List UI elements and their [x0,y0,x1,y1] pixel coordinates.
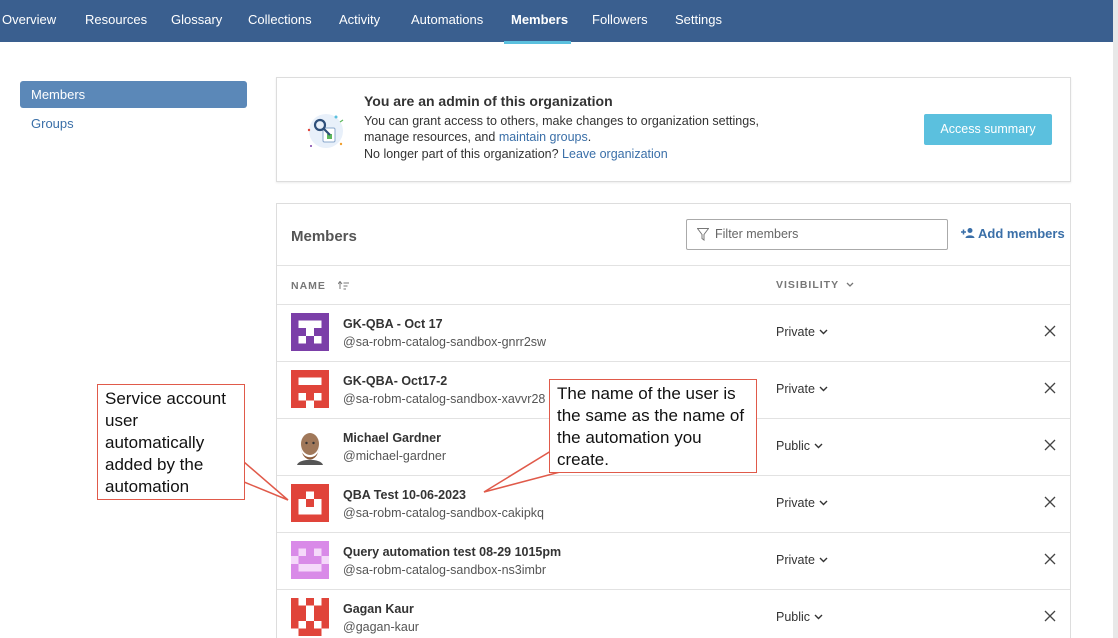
admin-groups-line: manage resources, and maintain groups. [364,130,591,144]
close-icon[interactable] [1044,439,1056,451]
member-handle: @sa-robm-catalog-sandbox-ns3imbr [343,563,547,577]
visibility-dropdown[interactable]: Public [776,610,823,624]
member-handle: @gagan-kaur [343,620,419,634]
chevron-down-icon [819,386,828,392]
visibility-value: Private [776,382,815,396]
leave-org-line: No longer part of this organization? Lea… [364,147,668,161]
name-column-label: NAME [291,280,326,292]
visibility-column-header[interactable]: VISIBILITY [776,279,854,291]
tab-glossary[interactable]: Glossary [171,0,222,42]
avatar [291,484,329,522]
admin-groups-prefix: manage resources, and [364,130,499,144]
add-members-label: Add members [978,226,1065,241]
name-column-header[interactable]: NAME [291,280,349,292]
chevron-down-icon [819,500,828,506]
close-icon[interactable] [1044,382,1056,394]
service-account-callout: Service account user automatically added… [97,384,245,500]
visibility-value: Private [776,553,815,567]
leave-org-prefix: No longer part of this organization? [364,147,563,161]
visibility-dropdown[interactable]: Private [776,325,828,339]
avatar [291,313,329,351]
avatar [291,541,329,579]
add-user-icon [961,228,975,238]
member-handle: @sa-robm-catalog-sandbox-xavvr28 [343,392,546,406]
member-name[interactable]: Gagan Kaur [343,602,414,616]
key-badge-icon [307,114,344,148]
admin-title: You are an admin of this organization [364,93,613,109]
avatar [291,598,329,636]
member-name[interactable]: QBA Test 10-06-2023 [343,488,466,502]
admin-info-card: You are an admin of this organization Yo… [276,77,1071,182]
tab-settings[interactable]: Settings [675,0,722,42]
visibility-value: Private [776,496,815,510]
subnav-item-members[interactable]: Members [20,81,247,108]
visibility-dropdown[interactable]: Private [776,382,828,396]
member-handle: @michael-gardner [343,449,447,463]
chevron-down-icon [819,557,828,563]
chevron-down-icon [814,443,823,449]
filter-icon [697,228,709,241]
chevron-down-icon [819,329,828,335]
avatar [291,370,329,408]
admin-description: You can grant access to others, make cha… [364,114,759,128]
automation-name-callout: The name of the user is the same as the … [549,379,757,473]
member-row[interactable]: Gagan Kaur @gagan-kaur Public [277,590,1070,638]
member-name[interactable]: GK-QBA- Oct17-2 [343,374,447,388]
visibility-value: Public [776,610,811,624]
tab-members[interactable]: Members [511,0,568,42]
leave-organization-link[interactable]: Leave organization [562,147,668,161]
access-summary-button[interactable]: Access summary [924,114,1052,145]
visibility-column-label: VISIBILITY [776,279,839,291]
member-row[interactable]: GK-QBA - Oct 17 @sa-robm-catalog-sandbox… [277,305,1070,362]
close-icon[interactable] [1044,610,1056,622]
scrollbar[interactable] [1113,0,1118,638]
member-row[interactable]: Query automation test 08-29 1015pm @sa-r… [277,533,1070,590]
visibility-value: Public [776,439,811,453]
visibility-dropdown[interactable]: Public [776,439,823,453]
member-row[interactable]: QBA Test 10-06-2023 @sa-robm-catalog-san… [277,476,1070,533]
divider [277,265,1070,266]
close-icon[interactable] [1044,325,1056,337]
maintain-groups-link[interactable]: maintain groups [499,130,588,144]
avatar [291,427,329,465]
chevron-down-icon [846,282,854,287]
close-icon[interactable] [1044,496,1056,508]
tab-collections[interactable]: Collections [248,0,312,42]
admin-groups-suffix: . [587,130,592,144]
tab-overview[interactable]: Overview [2,0,56,42]
tab-automations[interactable]: Automations [411,0,483,42]
member-handle: @sa-robm-catalog-sandbox-cakipkq [343,506,544,520]
member-name[interactable]: Query automation test 08-29 1015pm [343,545,561,559]
active-tab-indicator [504,41,571,44]
filter-placeholder: Filter members [715,227,799,241]
visibility-dropdown[interactable]: Private [776,553,828,567]
filter-members-input[interactable]: Filter members [686,219,948,250]
tab-followers[interactable]: Followers [592,0,648,42]
sort-icon[interactable] [337,280,349,290]
member-handle: @sa-robm-catalog-sandbox-gnrr2sw [343,335,547,349]
members-heading: Members [291,228,357,245]
tab-resources[interactable]: Resources [85,0,147,42]
member-name[interactable]: Michael Gardner [343,431,441,445]
top-nav: Overview Resources Glossary Collections … [0,0,1113,44]
add-members-button[interactable]: Add members [961,226,1065,241]
visibility-dropdown[interactable]: Private [776,496,828,510]
tab-activity[interactable]: Activity [339,0,380,42]
close-icon[interactable] [1044,553,1056,565]
member-name[interactable]: GK-QBA - Oct 17 [343,317,443,331]
subnav-item-groups[interactable]: Groups [31,116,74,131]
chevron-down-icon [814,614,823,620]
visibility-value: Private [776,325,815,339]
